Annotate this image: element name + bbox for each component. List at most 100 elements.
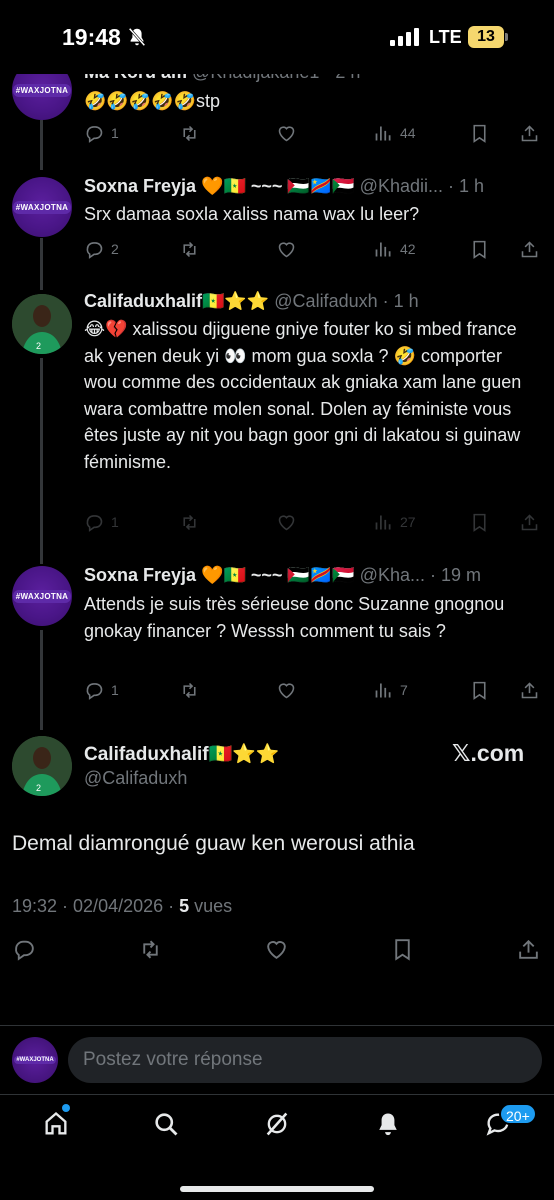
status-time: 19:48 <box>62 24 121 50</box>
share-icon <box>521 513 538 530</box>
bookmark-icon <box>473 681 486 700</box>
reply-icon <box>86 514 103 532</box>
battery-tip <box>505 33 508 41</box>
retweet-icon <box>143 940 158 958</box>
reply-button[interactable]: 1 <box>84 121 119 145</box>
bell-muted-icon <box>128 27 146 47</box>
retweet-button[interactable] <box>179 678 200 702</box>
home-notification-dot <box>62 1104 70 1112</box>
bell-icon <box>379 1113 397 1136</box>
retweet-icon <box>183 514 196 530</box>
share-button[interactable] <box>516 937 541 961</box>
views-label: vues <box>189 896 233 916</box>
like-button[interactable] <box>276 678 297 702</box>
reply-input[interactable] <box>68 1037 542 1083</box>
views-button[interactable]: 42 <box>373 237 416 261</box>
bookmark-button[interactable] <box>469 237 490 261</box>
bookmark-icon <box>473 124 486 143</box>
divider <box>0 1094 554 1095</box>
tweet-actions: 1 44 <box>84 121 544 145</box>
heart-icon <box>278 682 295 698</box>
svg-text:2: 2 <box>36 783 41 793</box>
avatar[interactable]: #WAXJOTNA <box>12 177 72 237</box>
tweet-text: Attends je suis très sérieuse donc Suzan… <box>84 594 505 641</box>
retweet-button[interactable] <box>179 510 200 534</box>
grok-icon <box>266 1112 288 1136</box>
nav-home[interactable] <box>40 1108 72 1140</box>
thread-connector <box>40 120 43 170</box>
tweet-actions: 1 7 <box>84 678 544 702</box>
bookmark-button[interactable] <box>469 678 490 702</box>
thread-connector <box>40 358 43 564</box>
like-button[interactable] <box>276 121 297 145</box>
tweet-actions <box>12 937 542 963</box>
display-name[interactable]: Soxna Freyja 🧡🇸🇳 ~~~ 🇵🇸🇨🇩🇸🇩 <box>84 565 355 585</box>
retweet-button[interactable] <box>179 237 200 261</box>
retweet-button[interactable] <box>179 121 200 145</box>
retweet-icon <box>183 241 196 257</box>
signal-icon <box>390 28 419 46</box>
share-button[interactable] <box>519 678 540 702</box>
bookmark-button[interactable] <box>469 121 490 145</box>
heart-icon <box>278 241 295 257</box>
display-name[interactable]: Califaduxhalif🇸🇳⭐⭐ <box>84 291 269 311</box>
reply-icon <box>86 241 103 259</box>
reply-icon <box>86 125 103 143</box>
home-indicator <box>180 1186 374 1192</box>
retweet-button[interactable] <box>138 937 163 961</box>
nav-grok[interactable] <box>261 1108 293 1140</box>
timestamp: 19:32 · 02/04/2026 · <box>12 896 180 916</box>
handle-time: @Califaduxh · 1 h <box>274 291 419 311</box>
reply-button[interactable] <box>12 937 37 961</box>
views-button[interactable]: 27 <box>373 510 416 534</box>
tweet-header: Califaduxhalif🇸🇳⭐⭐ @Califaduxh · 1 h <box>84 291 419 312</box>
nav-notifications[interactable] <box>372 1108 404 1140</box>
views-icon <box>375 126 391 140</box>
handle-time: @Khadii... · 1 h <box>359 176 485 196</box>
nav-search[interactable] <box>150 1108 182 1140</box>
bookmark-icon <box>395 938 410 961</box>
views-icon <box>375 683 391 697</box>
bookmark-icon <box>473 513 486 532</box>
network-type: LTE <box>429 27 462 47</box>
thread-connector <box>40 630 43 730</box>
share-button[interactable] <box>519 237 540 261</box>
reply-button[interactable]: 1 <box>84 678 119 702</box>
tweet-actions: 2 42 <box>84 237 544 261</box>
bookmark-button[interactable] <box>390 937 415 961</box>
share-icon <box>521 124 538 141</box>
retweet-icon <box>183 682 196 698</box>
my-avatar[interactable]: #WAXJOTNA <box>12 1037 58 1083</box>
reply-button[interactable]: 1 <box>84 510 119 534</box>
handle[interactable]: @Califaduxh <box>84 768 187 789</box>
tweet-text: Srx damaa soxla xaliss nama wax lu leer? <box>84 204 420 224</box>
like-button[interactable] <box>264 937 289 961</box>
battery-level: 13 <box>468 26 504 48</box>
svg-text:2: 2 <box>36 341 41 351</box>
tweet-text: 😂💔 xalissou djiguene gniye fouter ko si … <box>84 319 522 472</box>
tweet-actions: 1 27 <box>84 510 544 534</box>
views-button[interactable]: 7 <box>373 678 408 702</box>
avatar[interactable]: #WAXJOTNA <box>12 566 72 626</box>
display-name[interactable]: Califaduxhalif🇸🇳⭐⭐ <box>84 742 280 766</box>
views-icon <box>375 242 391 256</box>
divider <box>0 1025 554 1026</box>
tweet-text: Demal diamrongué guaw ken werousi athia <box>12 832 415 855</box>
like-button[interactable] <box>276 510 297 534</box>
share-button[interactable] <box>519 510 540 534</box>
share-button[interactable] <box>519 121 540 145</box>
share-icon <box>519 939 538 959</box>
reply-icon <box>86 682 103 700</box>
handle-time: @Kha... · 19 m <box>359 565 481 585</box>
avatar[interactable]: 2 <box>12 736 72 796</box>
display-name[interactable]: Soxna Freyja 🧡🇸🇳 ~~~ 🇵🇸🇨🇩🇸🇩 <box>84 176 355 196</box>
reply-button[interactable]: 2 <box>84 237 119 261</box>
bookmark-button[interactable] <box>469 510 490 534</box>
avatar[interactable]: 2 <box>12 294 72 354</box>
messages-badge: 20+ <box>499 1103 537 1125</box>
like-button[interactable] <box>276 237 297 261</box>
share-icon <box>521 681 538 698</box>
thread-connector <box>40 238 43 290</box>
views-button[interactable]: 44 <box>373 121 416 145</box>
tweet-text: 🤣🤣🤣🤣🤣stp <box>84 91 221 111</box>
